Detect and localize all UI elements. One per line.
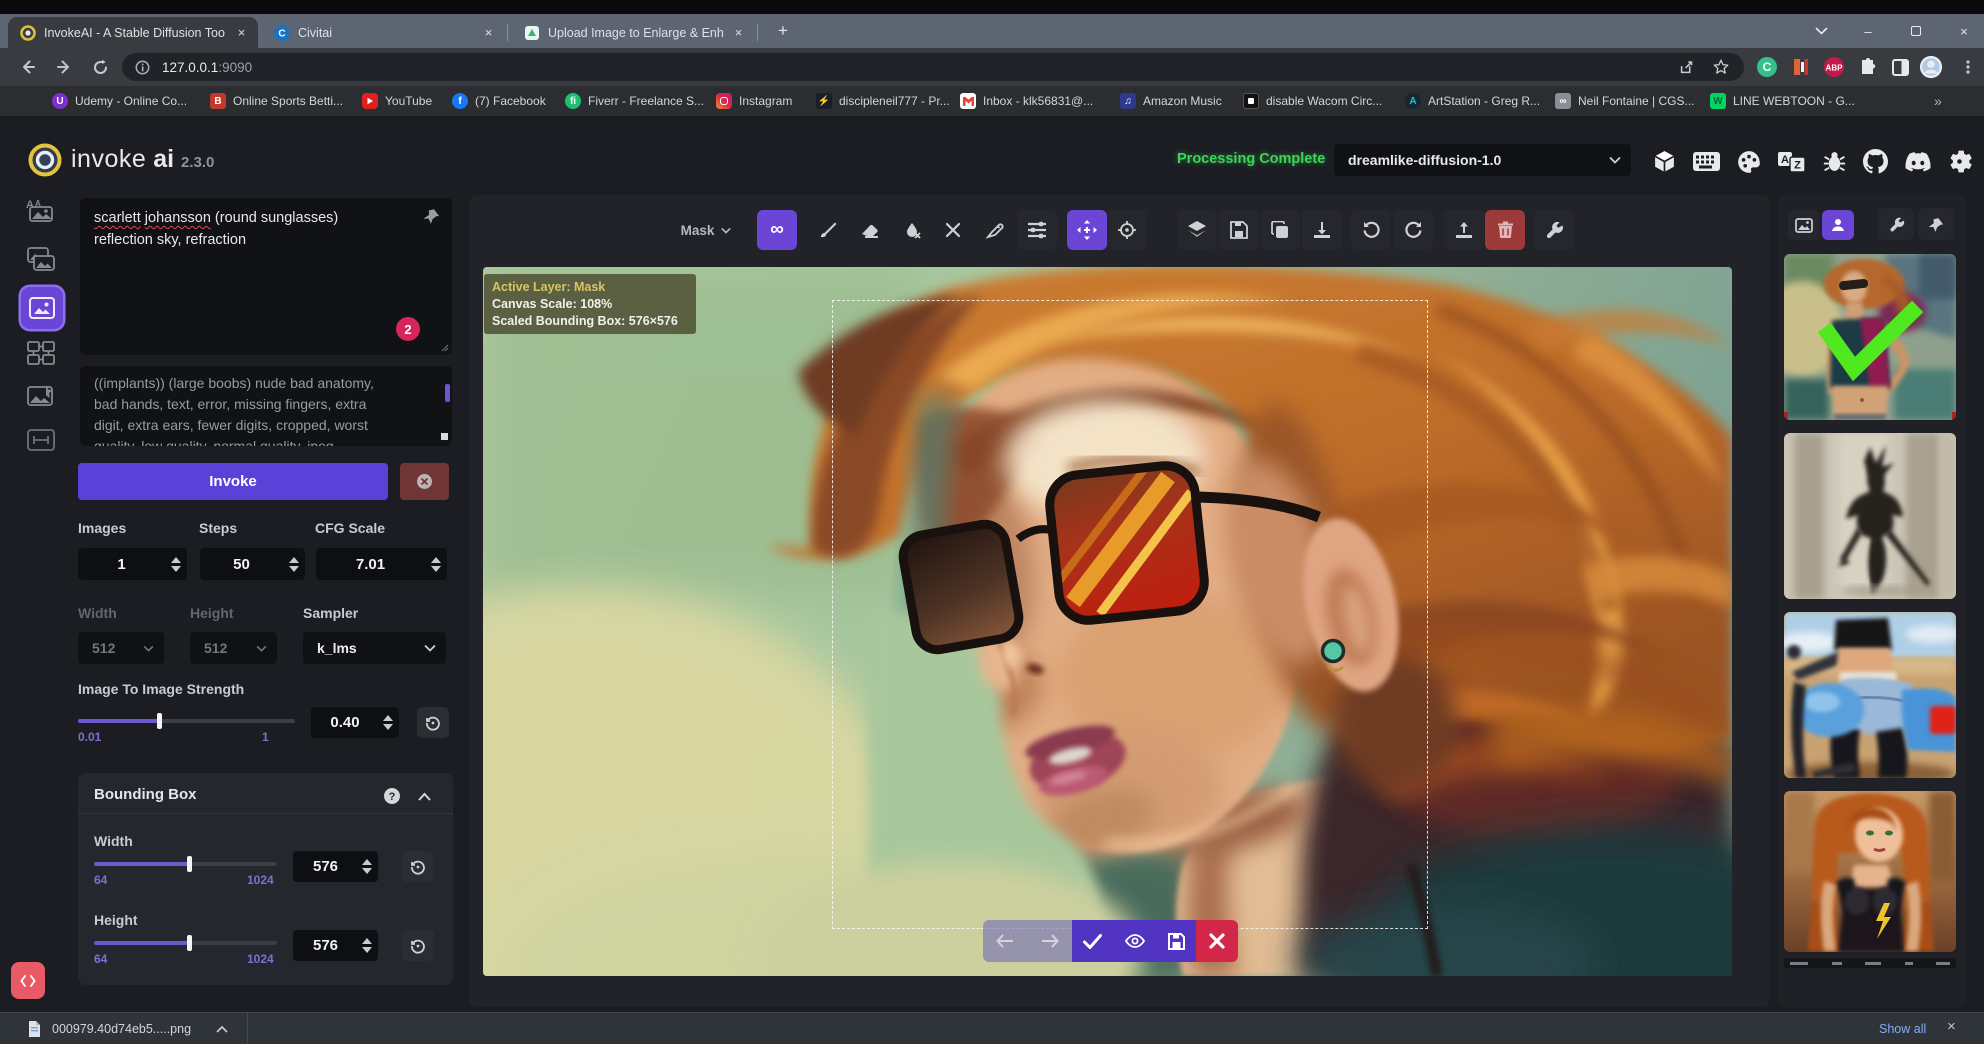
svg-text:?: ? (389, 791, 396, 803)
svg-text:ABP: ABP (1826, 64, 1844, 73)
svg-text:Z: Z (1794, 160, 1801, 172)
svg-text:C: C (1763, 60, 1772, 74)
svg-text:C: C (278, 28, 285, 39)
svg-text:A: A (1781, 154, 1789, 166)
